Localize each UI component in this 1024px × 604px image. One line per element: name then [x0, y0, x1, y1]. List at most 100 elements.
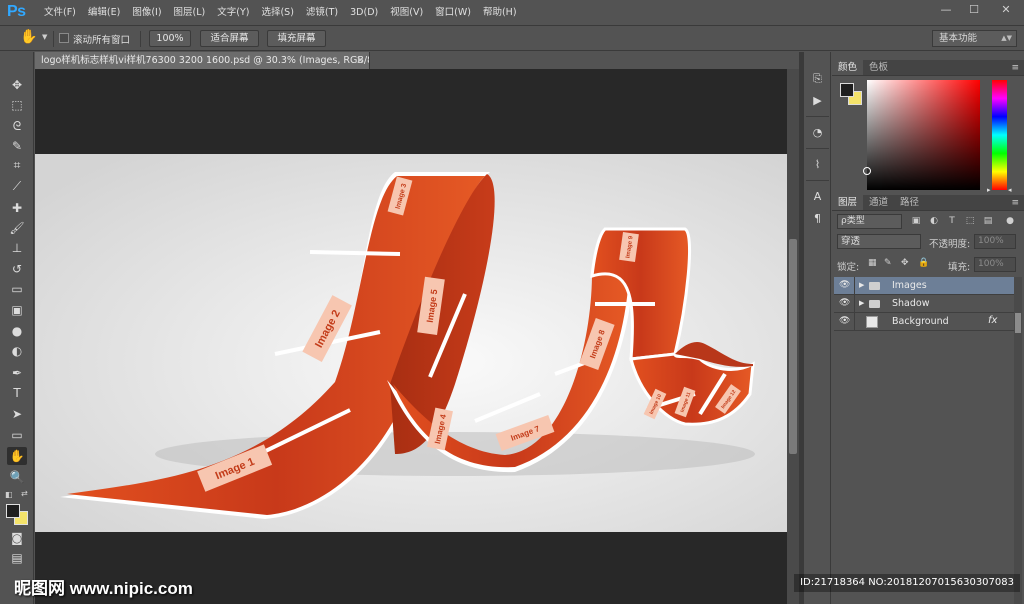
dodge-tool-icon[interactable]: ◐ [7, 342, 27, 360]
hand-icon[interactable]: ✋ [20, 29, 37, 45]
screen-mode-icon[interactable]: ▤ [7, 549, 27, 567]
close-tab-icon[interactable]: × [356, 53, 364, 68]
visibility-eye-icon[interactable]: 👁 [839, 280, 850, 290]
color-spectrum-field[interactable] [867, 80, 980, 190]
layer-row-images[interactable]: 👁 ▶ Images [834, 277, 1014, 295]
fit-screen-button[interactable]: 适合屏幕 [200, 30, 259, 47]
history-brush-tool-icon[interactable]: ↺ [7, 260, 27, 278]
close-window-button[interactable]: ✕ [988, 0, 1024, 18]
brush-presets-panel-icon[interactable]: ⌇ [809, 156, 826, 173]
character-panel-icon[interactable]: A [809, 188, 826, 205]
menu-item[interactable]: 文字(Y) [211, 0, 255, 26]
lock-position-icon[interactable]: ✥ [901, 258, 909, 268]
tab-layers[interactable]: 图层 [832, 195, 864, 210]
layer-effects-icon[interactable]: fx [988, 315, 997, 326]
clone-stamp-tool-icon[interactable]: ⊥ [7, 239, 27, 257]
menu-item[interactable]: 窗口(W) [429, 0, 477, 26]
actions-panel-icon[interactable]: ▶ [809, 92, 826, 109]
fill-screen-button[interactable]: 填充屏幕 [267, 30, 326, 47]
options-bar: ✋ ▼ 滚动所有窗口 100% 适合屏幕 填充屏幕 基本功能 ▲▼ [0, 27, 1024, 51]
menu-item[interactable]: 视图(V) [384, 0, 429, 26]
color-picker-cursor[interactable] [863, 167, 871, 175]
smart-object-filter-icon[interactable]: ▤ [982, 215, 994, 227]
tool-preset-dropdown-icon[interactable]: ▼ [42, 33, 47, 41]
type-filter-icon[interactable]: T [946, 215, 958, 227]
crop-tool-icon[interactable]: ⌗ [7, 156, 27, 174]
default-colors-icon[interactable]: ◧ [5, 490, 13, 499]
layer-row-shadow[interactable]: 👁 ▶ Shadow [834, 295, 1014, 313]
layer-filter-row: ρ类型 ▣ ◐ T ⬚ ▤ ● [834, 212, 1022, 232]
quick-mask-icon[interactable]: ◙ [7, 529, 27, 547]
menu-item[interactable]: 帮助(H) [477, 0, 523, 26]
rectangle-tool-icon[interactable]: ▭ [7, 426, 27, 444]
filter-toggle-icon[interactable]: ● [1004, 215, 1016, 227]
swap-colors-icon[interactable]: ⇄ [21, 489, 28, 498]
tab-paths[interactable]: 路径 [894, 195, 925, 210]
menu-item[interactable]: 编辑(E) [82, 0, 126, 26]
document-canvas[interactable]: Image 1 Image 2 Image 3 Image 4 Image 5 … [35, 154, 787, 532]
healing-brush-tool-icon[interactable]: ✚ [7, 199, 27, 217]
workspace-select[interactable]: 基本功能 ▲▼ [932, 30, 1017, 47]
lasso-tool-icon[interactable]: ᘓ [7, 117, 27, 135]
scroll-all-windows-checkbox[interactable] [59, 33, 69, 43]
tab-channels[interactable]: 通道 [863, 195, 894, 210]
eraser-tool-icon[interactable]: ▭ [7, 280, 27, 298]
expand-arrow-icon[interactable]: ▶ [859, 299, 864, 307]
type-tool-icon[interactable]: T [7, 384, 27, 402]
visibility-eye-icon[interactable]: 👁 [839, 316, 850, 326]
scroll-all-windows-label: 滚动所有窗口 [73, 35, 131, 46]
layers-scrollbar[interactable] [1014, 277, 1022, 604]
pixel-filter-icon[interactable]: ▣ [910, 215, 922, 227]
scrollbar-thumb[interactable] [1015, 313, 1021, 333]
tab-swatches[interactable]: 色板 [863, 60, 894, 75]
marquee-tool-icon[interactable]: ⬚ [7, 96, 27, 114]
menu-item[interactable]: 图层(L) [168, 0, 212, 26]
hand-tool-icon[interactable]: ✋ [7, 447, 27, 465]
maximize-button[interactable]: ☐ [960, 0, 988, 18]
hue-slider[interactable] [992, 80, 1007, 190]
scrollbar-thumb[interactable] [789, 239, 797, 454]
tab-color[interactable]: 颜色 [832, 60, 864, 75]
layer-name: Shadow [892, 298, 930, 309]
panel-menu-icon[interactable]: ≡ [1011, 198, 1019, 208]
canvas-area[interactable]: Image 1 Image 2 Image 3 Image 4 Image 5 … [35, 69, 787, 604]
layer-row-background[interactable]: 👁 Background fx [834, 313, 1014, 331]
panel-menu-icon[interactable]: ≡ [1011, 63, 1019, 73]
foreground-color-swatch[interactable] [6, 504, 20, 518]
brush-tool-icon[interactable]: 🖌 [7, 219, 27, 237]
adjustments-panel-icon[interactable]: ◔ [809, 124, 826, 141]
zoom-tool-icon[interactable]: 🔍 [7, 468, 27, 486]
color-foreground-swatch[interactable] [840, 83, 854, 97]
blend-mode-select[interactable]: 穿透 [837, 234, 921, 249]
canvas-vertical-scrollbar[interactable] [787, 69, 799, 604]
zoom-100-button[interactable]: 100% [149, 30, 191, 47]
blur-tool-icon[interactable]: ● [7, 322, 27, 340]
document-tab[interactable]: logo样机标志样机vi样机76300 3200 1600.psd @ 30.3… [35, 52, 370, 69]
lock-all-icon[interactable]: 🔒 [918, 258, 929, 268]
opacity-field[interactable]: 100% [974, 234, 1016, 249]
pen-tool-icon[interactable]: ✒ [7, 364, 27, 382]
gradient-tool-icon[interactable]: ▣ [7, 301, 27, 319]
menu-item[interactable]: 滤镜(T) [300, 0, 344, 26]
fill-field[interactable]: 100% [974, 257, 1016, 272]
color-panel-tabs: 颜色 色板 [832, 60, 1024, 76]
eyedropper-tool-icon[interactable]: ⟋ [7, 177, 27, 195]
menu-item[interactable]: 图像(I) [126, 0, 167, 26]
minimize-button[interactable]: — [932, 0, 960, 18]
expand-arrow-icon[interactable]: ▶ [859, 281, 864, 289]
visibility-eye-icon[interactable]: 👁 [839, 298, 850, 308]
layer-name: Images [892, 280, 927, 291]
menu-item[interactable]: 文件(F) [38, 0, 82, 26]
lock-transparent-icon[interactable]: ▦ [868, 258, 877, 268]
adjustment-filter-icon[interactable]: ◐ [928, 215, 940, 227]
lock-image-icon[interactable]: ✎ [884, 258, 892, 268]
path-select-tool-icon[interactable]: ➤ [7, 405, 27, 423]
history-panel-icon[interactable]: ⎘ [809, 70, 826, 87]
quick-select-tool-icon[interactable]: ✎ [7, 137, 27, 155]
paragraph-panel-icon[interactable]: ¶ [809, 210, 826, 227]
shape-filter-icon[interactable]: ⬚ [964, 215, 976, 227]
move-tool-icon[interactable]: ✥ [7, 76, 27, 94]
layer-kind-filter[interactable]: ρ类型 [837, 214, 902, 229]
menu-item[interactable]: 3D(D) [344, 0, 384, 26]
menu-item[interactable]: 选择(S) [255, 0, 299, 26]
